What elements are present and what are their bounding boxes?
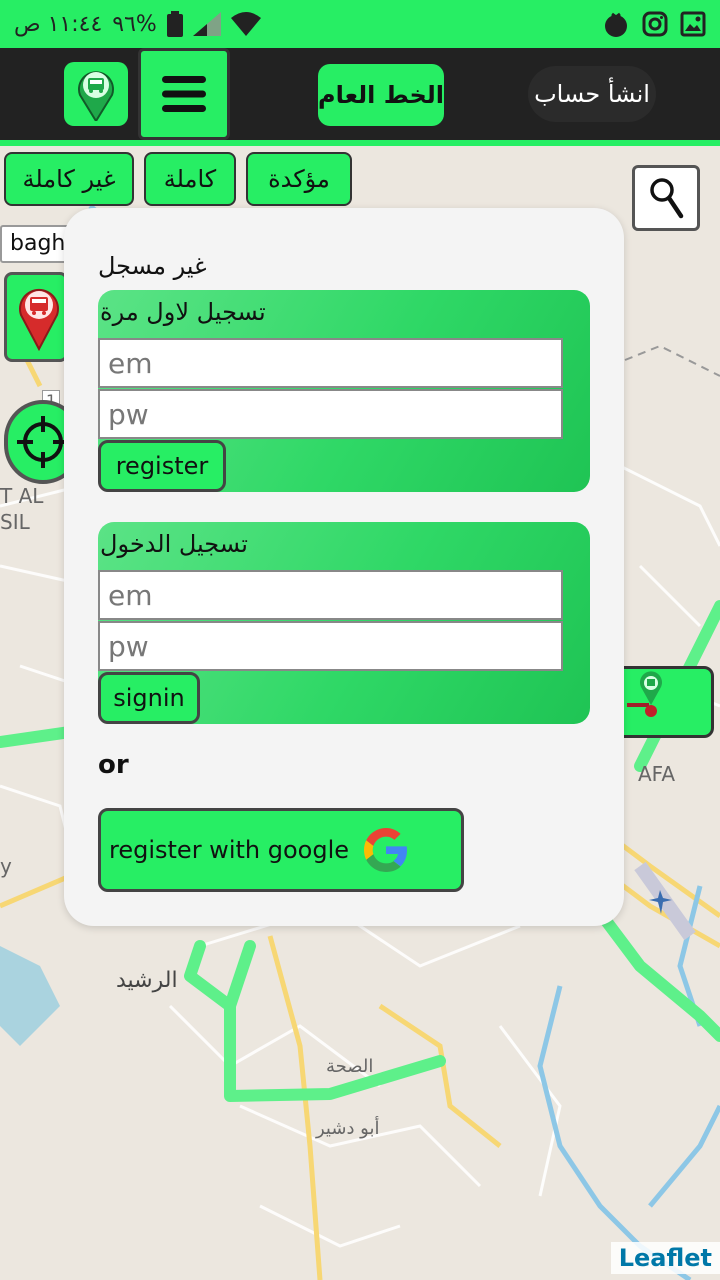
filter-complete-chip[interactable]: كاملة	[144, 152, 236, 206]
status-bar-left: ١١:٤٤ ص ٩٦%	[14, 8, 261, 40]
search-icon	[650, 178, 684, 219]
instagram-icon	[642, 11, 668, 37]
create-account-button[interactable]: انشأ حساب	[528, 66, 656, 122]
filter-confirmed-chip[interactable]: مؤكدة	[246, 152, 352, 206]
map-label-sihha: الصحة	[326, 1056, 374, 1077]
bus-pin-button[interactable]	[64, 62, 128, 126]
bus-pin-icon	[78, 71, 114, 121]
signin-button[interactable]: signin	[98, 672, 200, 724]
signin-password-input[interactable]	[98, 621, 563, 671]
google-register-label: register with google	[109, 836, 349, 864]
map-search-button[interactable]	[632, 165, 700, 231]
red-bus-pin-icon	[19, 288, 59, 352]
status-time: ١١:٤٤ ص	[14, 11, 103, 37]
register-panel-title: تسجيل لاول مرة	[100, 298, 266, 326]
map-label-sil: SIL	[0, 510, 30, 534]
place-search-input[interactable]: bagh	[0, 225, 70, 263]
map-label-abu-dshir: أبو دشير	[316, 1118, 380, 1139]
signin-panel: تسجيل الدخول signin	[98, 522, 590, 724]
google-register-button[interactable]: register with google	[98, 808, 464, 892]
or-separator: or	[98, 750, 129, 780]
gallery-icon	[680, 11, 706, 37]
tomato-app-icon	[602, 10, 630, 38]
google-logo-icon	[364, 828, 407, 872]
auth-status-label: غير مسجل	[98, 252, 207, 280]
menu-button[interactable]	[138, 48, 230, 140]
register-button[interactable]: register	[98, 440, 226, 492]
bus-route-icon	[627, 671, 662, 717]
signal-icon	[192, 12, 221, 36]
status-bar: ١١:٤٤ ص ٩٦%	[0, 0, 720, 48]
main-line-button[interactable]: الخط العام	[318, 64, 444, 126]
hamburger-menu-icon	[162, 76, 206, 112]
map-label-afa: AFA	[638, 762, 676, 786]
status-bar-right	[602, 8, 706, 40]
signin-panel-title: تسجيل الدخول	[100, 530, 248, 558]
leaflet-attribution[interactable]: Leaflet	[610, 1242, 720, 1274]
map-label-al: T AL	[0, 484, 44, 508]
filter-incomplete-chip[interactable]: غير كاملة	[4, 152, 134, 206]
battery-percent: ٩٦%	[112, 11, 157, 37]
bus-stop-pin-button[interactable]	[4, 272, 68, 362]
map-label-y: y	[0, 854, 12, 878]
register-panel: تسجيل لاول مرة register	[98, 290, 590, 492]
signin-email-input[interactable]	[98, 570, 563, 620]
register-email-input[interactable]	[98, 338, 563, 388]
wifi-icon	[230, 12, 261, 36]
map-label-rashid: الرشيد	[116, 968, 178, 993]
battery-icon	[166, 11, 183, 37]
register-password-input[interactable]	[98, 389, 563, 439]
auth-modal: غير مسجل تسجيل لاول مرة register تسجيل ا…	[64, 208, 624, 926]
